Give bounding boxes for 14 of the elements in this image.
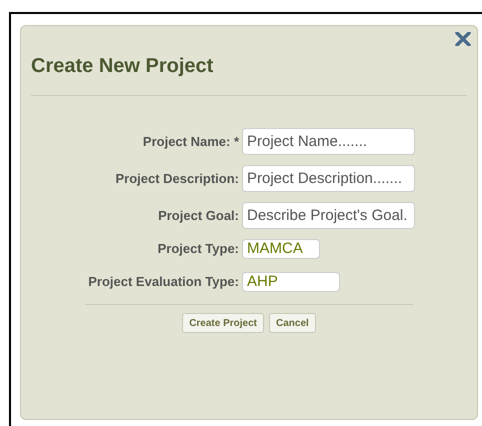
field-label: Project Description: bbox=[114, 170, 240, 188]
cancel-button[interactable]: Cancel bbox=[269, 313, 316, 333]
field-label: Project Goal: bbox=[157, 206, 240, 225]
input-field[interactable]: Describe Project's Goal. bbox=[242, 202, 415, 229]
create-project-button[interactable]: Create Project bbox=[182, 313, 264, 333]
field-label: Project Type: bbox=[156, 240, 240, 258]
field-label: Project Name: * bbox=[142, 132, 240, 151]
dialog-title: Create New Project bbox=[31, 54, 214, 79]
input-field[interactable]: AHP bbox=[242, 272, 340, 292]
close-icon[interactable] bbox=[455, 32, 471, 46]
field-label: Project Evaluation Type: bbox=[87, 273, 240, 292]
input-field[interactable]: MAMCA bbox=[242, 239, 320, 259]
input-field[interactable]: Project Name....... bbox=[242, 128, 415, 155]
input-field[interactable]: Project Description....... bbox=[242, 165, 415, 192]
